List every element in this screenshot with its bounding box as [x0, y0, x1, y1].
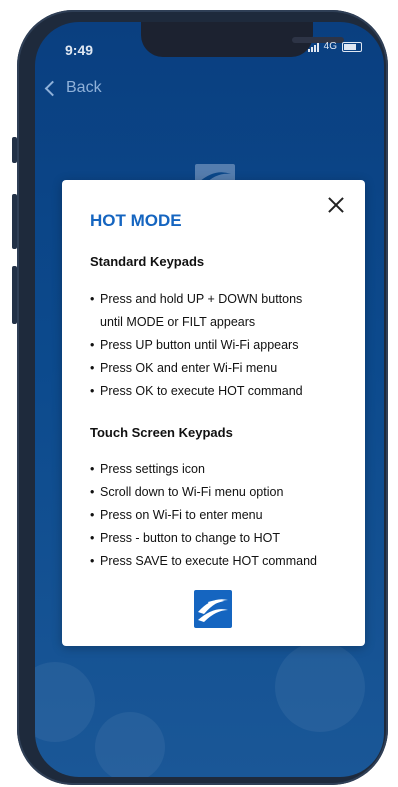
network-label: 4G	[323, 41, 337, 52]
section-heading-standard: Standard Keypads	[90, 254, 205, 269]
hot-mode-modal: HOT MODE Standard Keypads • Press and hol…	[62, 180, 365, 646]
section-heading-touch: Touch Screen Keypads	[90, 425, 233, 440]
close-icon[interactable]	[328, 197, 344, 213]
list-item: • Scroll down to Wi-Fi menu option	[90, 485, 284, 499]
list-item: • Press OK to execute HOT command	[90, 384, 303, 398]
bg-decoration	[275, 642, 365, 732]
mute-switch	[12, 137, 17, 163]
list-item: until MODE or FILT appears	[100, 315, 256, 329]
modal-title: HOT MODE	[90, 211, 182, 230]
bg-decoration	[35, 662, 95, 742]
status-time: 9:49	[65, 42, 94, 58]
list-item: • Press and hold UP + DOWN buttons	[90, 292, 303, 306]
notch	[141, 22, 344, 57]
signal-icon	[307, 42, 319, 52]
status-icons: 4G	[307, 41, 362, 52]
back-button[interactable]: Back	[43, 79, 102, 97]
list-item: • Press UP button until Wi-Fi appears	[90, 338, 299, 352]
back-label: Back	[66, 79, 102, 96]
battery-icon	[342, 41, 362, 52]
list-item: • Press on Wi-Fi to enter menu	[90, 508, 263, 522]
touch-screen-list: • Press settings icon • Scroll down to Wi-…	[90, 458, 317, 573]
list-item: • Press settings icon	[90, 462, 205, 476]
list-item: • Press OK and enter Wi-Fi menu	[90, 361, 278, 375]
standard-keypads-list: • Press and hold UP + DOWN buttons until …	[90, 288, 303, 403]
list-item: • Press - button to change to HOT	[90, 531, 280, 545]
bg-decoration	[95, 712, 165, 777]
list-item: • Press SAVE to execute HOT command	[90, 554, 317, 568]
chevron-left-icon	[44, 80, 61, 96]
volume-down-button	[12, 266, 17, 324]
brand-logo-icon	[194, 590, 232, 628]
volume-up-button	[12, 194, 17, 249]
